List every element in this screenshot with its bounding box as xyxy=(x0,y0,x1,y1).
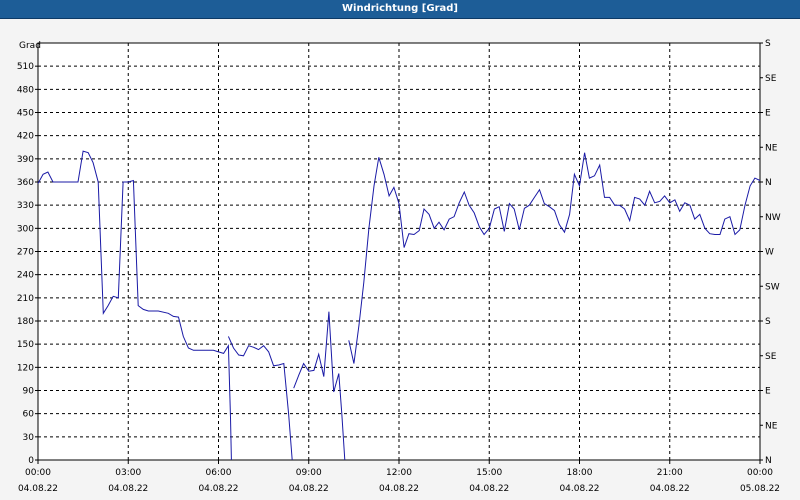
y2-tick-label: W xyxy=(765,248,774,258)
y2-tick-label: E xyxy=(765,109,771,119)
y-tick-label: 270 xyxy=(17,248,34,258)
x-tick-date: 04.08.22 xyxy=(650,484,690,494)
x-tick-time: 12:00 xyxy=(386,468,412,478)
y-tick-label: 420 xyxy=(17,132,34,142)
y-tick-label: 180 xyxy=(17,317,34,327)
x-tick-time: 09:00 xyxy=(296,468,322,478)
y2-tick-label: NE xyxy=(765,421,778,431)
y2-tick-label: N xyxy=(765,456,772,466)
y-tick-label: 30 xyxy=(23,433,35,443)
x-tick-date: 05.08.22 xyxy=(740,484,780,494)
x-tick-time: 15:00 xyxy=(476,468,502,478)
x-tick-time: 00:00 xyxy=(747,468,773,478)
x-tick-date: 04.08.22 xyxy=(469,484,509,494)
y2-tick-label: N xyxy=(765,178,772,188)
y-tick-label: 390 xyxy=(17,155,34,165)
y-tick-label: 210 xyxy=(17,294,34,304)
y2-tick-label: SW xyxy=(765,282,780,292)
x-tick-time: 00:00 xyxy=(25,468,51,478)
y-tick-label: 240 xyxy=(17,271,34,281)
y-tick-label: 0 xyxy=(28,456,34,466)
y-axis-ticks: 0 30 60 90 120 150 180 210 240 270 300 330 360 390 420… xyxy=(17,62,38,466)
y-tick-label: 90 xyxy=(23,387,35,397)
y-tick-label: 450 xyxy=(17,109,34,119)
y-tick-label: 510 xyxy=(17,62,34,72)
x-tick-date: 04.08.22 xyxy=(379,484,419,494)
y-tick-label: 480 xyxy=(17,85,34,95)
y-tick-label: 300 xyxy=(17,224,34,234)
y2-axis-ticks: N NE E SE S SW W NW N NE E SE S xyxy=(760,39,781,466)
y2-tick-label: NE xyxy=(765,143,778,153)
y-tick-label: 330 xyxy=(17,201,34,211)
window-titlebar: Windrichtung [Grad] xyxy=(0,0,800,19)
x-tick-date: 04.08.22 xyxy=(289,484,329,494)
y2-tick-label: SE xyxy=(765,352,777,362)
x-tick-time: 21:00 xyxy=(657,468,683,478)
y2-tick-label: SE xyxy=(765,74,777,84)
x-tick-date: 04.08.22 xyxy=(198,484,238,494)
y2-tick-label: S xyxy=(765,39,771,49)
x-tick-time: 03:00 xyxy=(115,468,141,478)
x-tick-time: 06:00 xyxy=(206,468,232,478)
y-tick-label: 120 xyxy=(17,363,34,373)
x-tick-date: 04.08.22 xyxy=(18,484,58,494)
y-tick-label: 360 xyxy=(17,178,34,188)
x-tick-date: 04.08.22 xyxy=(108,484,148,494)
y2-tick-label: S xyxy=(765,317,771,327)
y-tick-label: 60 xyxy=(23,410,35,420)
x-tick-time: 18:00 xyxy=(567,468,593,478)
y-axis-label: Grad xyxy=(19,41,41,51)
x-tick-date: 04.08.22 xyxy=(559,484,599,494)
x-axis-ticks: 00:00 04.08.22 03:00 04.08.22 06:00 04.08.22 0… xyxy=(18,460,780,494)
y-tick-label: 150 xyxy=(17,340,34,350)
wind-direction-chart: 0 30 60 90 120 150 180 210 240 270 300 330 360 390 420… xyxy=(17,39,781,494)
window-title: Windrichtung [Grad] xyxy=(342,3,458,14)
y2-tick-label: NW xyxy=(765,213,781,223)
y2-tick-label: E xyxy=(765,387,771,397)
